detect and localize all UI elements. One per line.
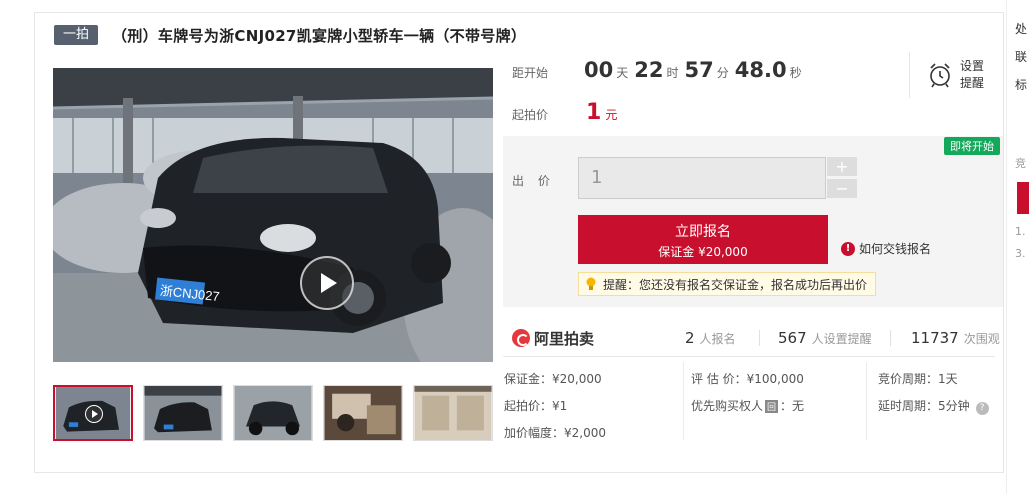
thumbnail-strip [53,385,503,441]
thumbnail-image [324,386,402,440]
lightbulb-icon [586,277,596,290]
sidebar-item[interactable]: 处 [1015,20,1027,37]
sidebar-item[interactable]: 标 [1015,76,1027,93]
ali-auction-logo: 阿里拍卖 [512,328,594,349]
detail-increment: 加价幅度：¥2,000 [504,426,606,440]
start-price: 起拍价 1 元 [512,100,617,125]
sidebar-item[interactable]: 联 [1015,48,1027,65]
increase-bid-button[interactable]: + [827,157,857,176]
thumbnail-image [414,386,492,440]
detail-priority-buyer: 优先购买权人回：无 [691,397,804,414]
countdown-hours: 22 [634,58,664,82]
divider [683,362,684,440]
play-icon [321,273,337,293]
divider [759,330,760,346]
countdown-days: 00 [584,58,614,82]
countdown-hours-unit: 时 [666,66,679,80]
extension-label: 延时周期：5分钟 [878,399,970,413]
countdown-timer: 00 天 22 时 57 分 48.0 秒 [584,58,808,82]
countdown-seconds: 48.0 [734,58,787,82]
registered-stat: 2 人报名 [685,329,736,347]
reminder-stat-label: 人设置提醒 [811,332,872,346]
start-price-unit: 元 [605,108,618,122]
bid-panel: 即将开始 出 价 1 + − 立即报名 保证金 ¥20,000 ! 如何交钱报名… [503,136,1003,307]
reminder-count: 567 [778,329,807,347]
page-title: （刑）车牌号为浙CNJ027凯宴牌小型轿车一辆（不带号牌） [112,26,527,45]
registered-count: 2 [685,329,695,347]
thumbnail-front[interactable] [143,385,223,441]
detail-extension: 延时周期：5分钟? [878,397,989,415]
thumbnail-video[interactable] [53,385,133,441]
detail-cycle: 竞价周期：1天 [878,372,958,386]
thumbnail-rear[interactable] [233,385,313,441]
right-sidebar: 处 联 标 竞 1. 3. [1006,0,1029,494]
reminder-stat: 567 人设置提醒 [778,329,872,347]
countdown: 距开始 00 天 22 时 57 分 48.0 秒 [512,58,808,98]
sidebar-item: 1. [1015,225,1026,238]
countdown-label: 距开始 [512,66,549,80]
thumbnail-image [234,386,312,440]
how-to-pay-link[interactable]: ! 如何交钱报名 [841,240,931,257]
views-stat: 11737 次围观 [911,329,1000,347]
views-label: 次围观 [963,332,1000,346]
car-photo: 浙CNJ027 [53,68,493,362]
start-price-value: 1 [586,100,602,125]
bid-amount-input[interactable]: 1 [578,157,826,199]
status-badge: 即将开始 [944,137,1000,155]
alarm-clock-icon [930,63,950,88]
bid-label: 出 价 [512,174,555,188]
thumbnail-image [144,386,222,440]
main-image[interactable]: 浙CNJ027 [53,68,493,362]
priority-buyer-value: ：无 [780,399,805,413]
sidebar-item: 3. [1015,247,1026,260]
countdown-days-unit: 天 [616,66,629,80]
divider [503,356,995,357]
register-button-label: 立即报名 [675,224,731,240]
reminder-tip-text: 提醒：您还没有报名交保证金，报名成功后再出价 [603,277,868,292]
auction-round-tag: 一拍 [54,25,99,45]
start-price-label: 起拍价 [512,108,549,122]
play-video-button[interactable] [300,256,354,310]
play-icon [85,405,103,423]
divider [890,330,891,346]
ali-auction-logo-text: 阿里拍卖 [534,329,595,348]
reminder-tip: 提醒：您还没有报名交保证金，报名成功后再出价 [578,272,877,296]
countdown-seconds-unit: 秒 [789,66,802,80]
title-row: 一拍 （刑）车牌号为浙CNJ027凯宴牌小型轿车一辆（不带号牌） [54,24,526,46]
countdown-minutes: 57 [684,58,714,82]
deposit-label: 保证金 ¥20,000 [658,245,748,259]
sidebar-item: 竞 [1015,157,1026,170]
help-icon[interactable]: ? [975,402,989,415]
countdown-minutes-unit: 分 [716,66,729,80]
divider [866,362,867,440]
priority-buyer-label: 优先购买权人 [691,399,764,413]
set-reminder-label: 设置提醒 [960,59,985,90]
registered-label: 人报名 [699,332,736,346]
detail-appraisal: 评 估 价：¥100,000 [691,372,804,386]
how-to-pay-label: 如何交钱报名 [859,242,932,256]
thumbnail-interior-rear[interactable] [413,385,493,441]
info-icon: ! [841,241,855,256]
detail-start-price: 起拍价：¥1 [504,399,568,413]
priority-buyer-badge[interactable]: 回 [765,400,779,413]
thumbnail-interior-front[interactable] [323,385,403,441]
bid-stepper: + − [827,157,857,201]
register-button[interactable]: 立即报名 保证金 ¥20,000 [578,215,828,264]
ali-auction-logo-icon [512,329,530,347]
views-count: 11737 [911,329,959,347]
decrease-bid-button[interactable]: − [827,179,857,198]
sidebar-button[interactable] [1017,182,1029,214]
set-reminder-button[interactable]: 设置提醒 [909,52,995,98]
detail-deposit: 保证金：¥20,000 [504,372,602,386]
